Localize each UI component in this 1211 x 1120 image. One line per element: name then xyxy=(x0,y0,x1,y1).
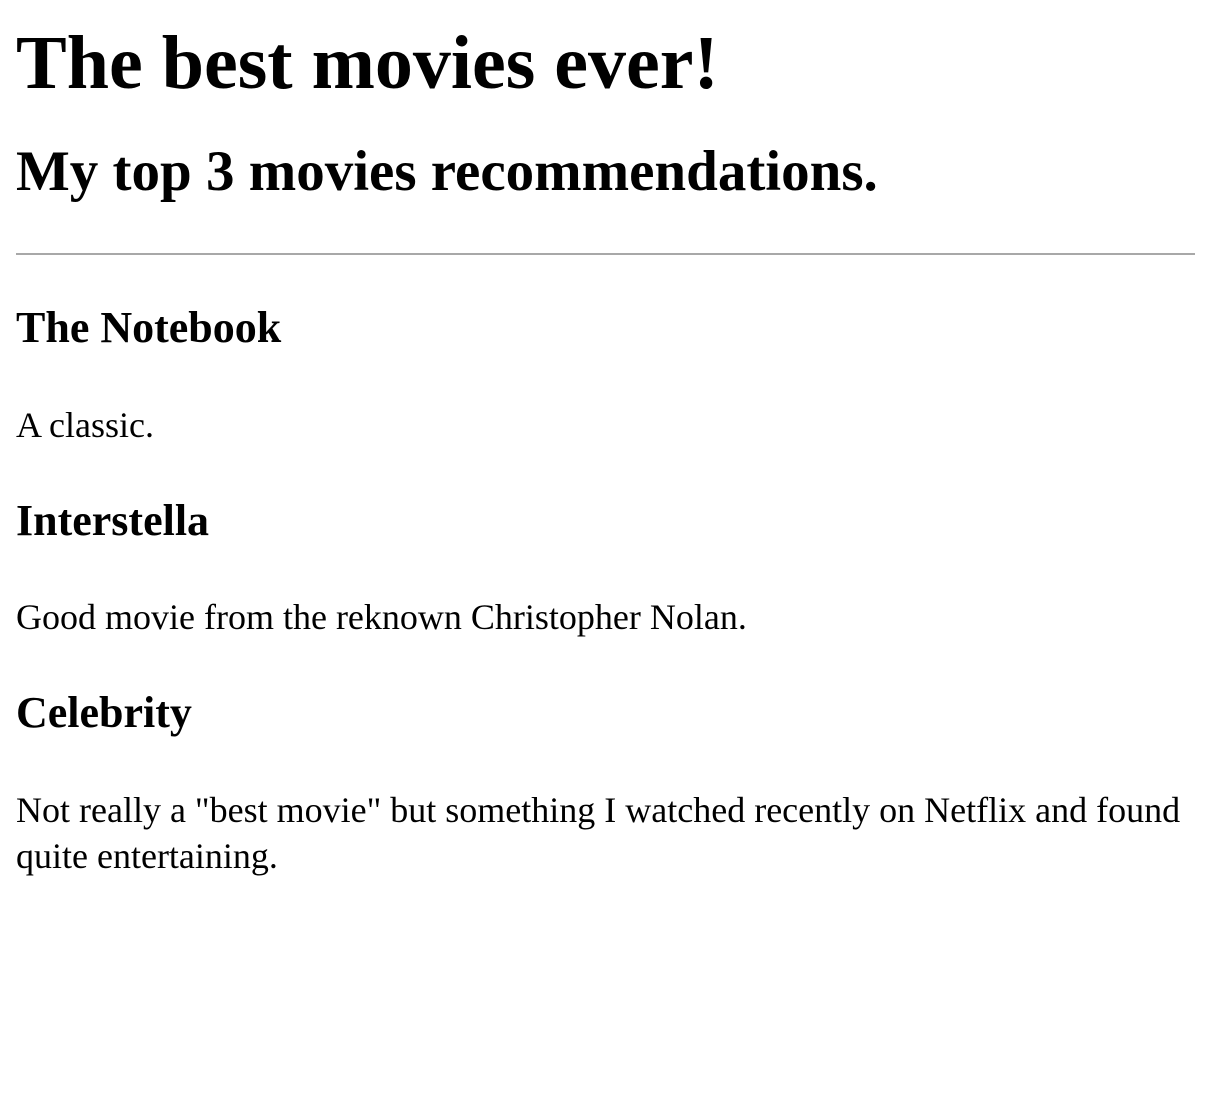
movie-title: The Notebook xyxy=(16,302,282,352)
movie-description: A classic. xyxy=(16,404,154,445)
movie-entry-celebrity: Celebrity Not really a "best movie" but … xyxy=(16,688,1195,879)
movie-description: Not really a "best movie" but something … xyxy=(16,789,1181,876)
page-subtitle: My top 3 movies recommendations. xyxy=(16,140,878,204)
movie-title: Celebrity xyxy=(16,688,192,738)
movie-entry-interstella: Interstella Good movie from the reknown … xyxy=(16,496,1195,641)
page-title: The best movies ever! xyxy=(16,21,719,105)
movie-title: Interstella xyxy=(16,495,210,545)
page-content: The best movies ever! My top 3 movies re… xyxy=(0,20,1211,879)
movie-description: Good movie from the reknown Christopher … xyxy=(16,597,747,638)
section-divider xyxy=(16,252,1195,255)
movie-entry-notebook: The Notebook A classic. xyxy=(16,303,1195,448)
